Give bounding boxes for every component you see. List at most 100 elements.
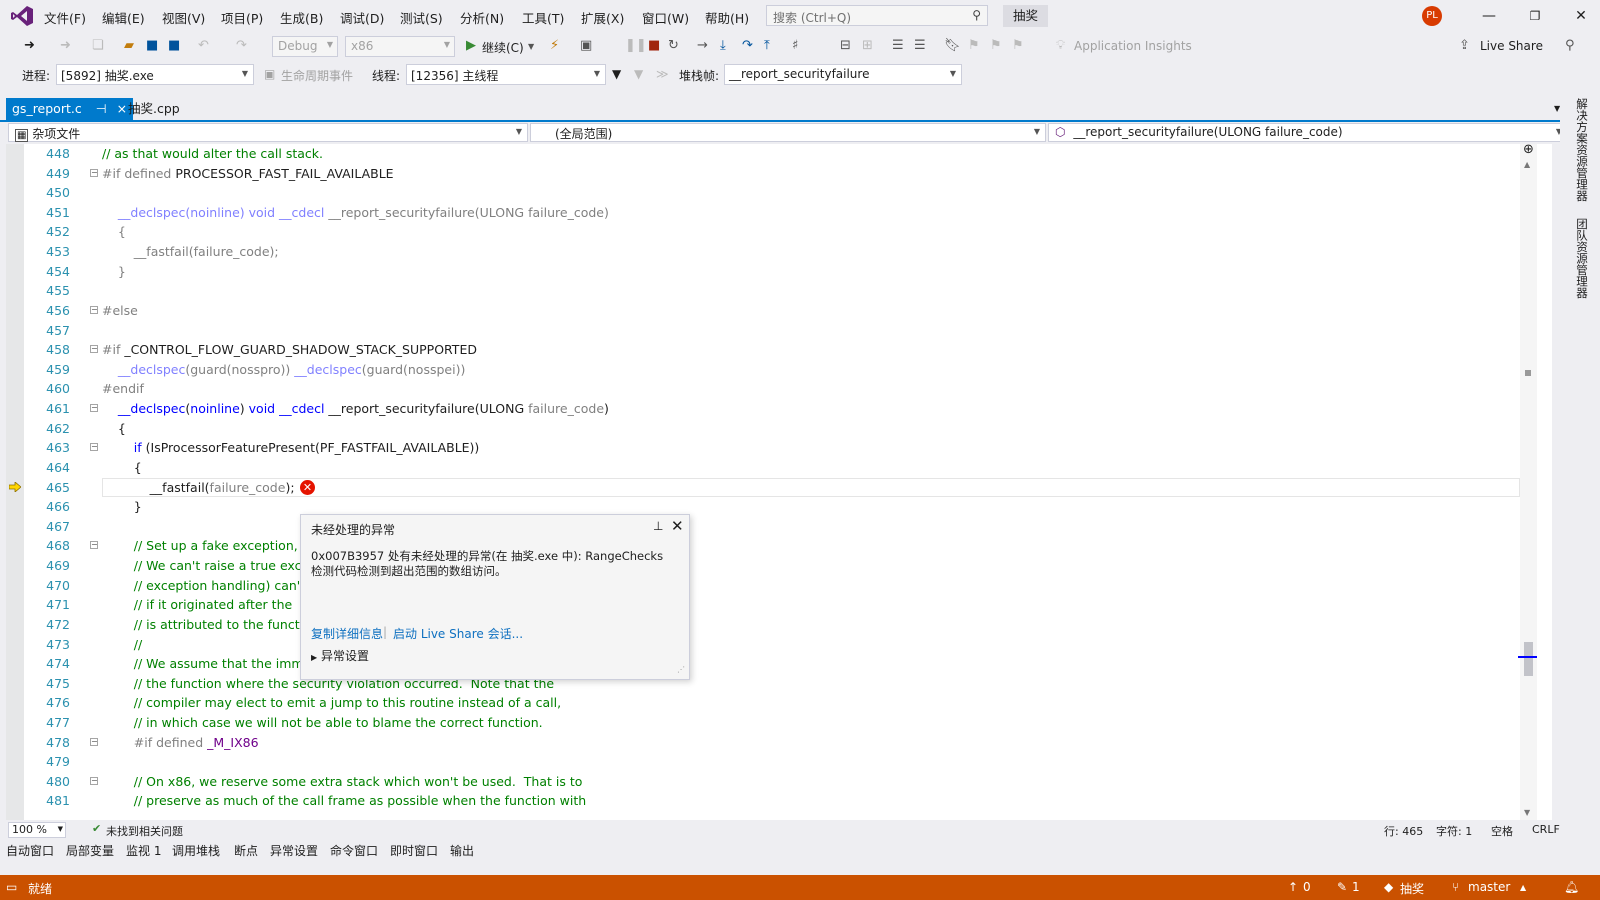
- code-line[interactable]: 458 − #if _CONTROL_FLOW_GUARD_SHADOW_STACK…: [6, 340, 1526, 360]
- hex-display-icon[interactable]: ♯: [792, 38, 798, 53]
- project-scope-select[interactable]: ▦ 杂项文件 ▼: [8, 123, 528, 142]
- stop-icon[interactable]: ■: [648, 38, 660, 53]
- menu-item[interactable]: 分析(N): [460, 8, 504, 27]
- close-popup-icon[interactable]: ✕: [671, 517, 684, 535]
- scroll-down-icon[interactable]: ▼: [1524, 808, 1530, 817]
- diagnostics-icon[interactable]: ▣: [580, 38, 592, 53]
- tool-window-tab[interactable]: 自动窗口: [6, 842, 54, 859]
- visual-studio-logo-icon[interactable]: [10, 5, 34, 27]
- start-live-share-link[interactable]: 启动 Live Share 会话...: [393, 625, 523, 642]
- code-line[interactable]: 479: [6, 752, 1526, 772]
- minimize-icon[interactable]: —: [1474, 4, 1504, 28]
- process-select[interactable]: [5892] 抽奖.exe ▼: [56, 64, 254, 85]
- line-ending-status[interactable]: CRLF: [1532, 823, 1560, 836]
- pin-icon[interactable]: ⊥: [653, 519, 663, 533]
- whitespace-status[interactable]: 空格: [1491, 823, 1513, 839]
- exception-settings-expander[interactable]: ▶ 异常设置: [311, 647, 369, 664]
- collapse-icon[interactable]: −: [90, 541, 98, 550]
- continue-button[interactable]: 继续(C): [482, 39, 524, 56]
- code-line[interactable]: 468 − // Set up a fake exception,: [6, 536, 1526, 556]
- menu-item[interactable]: 工具(T): [522, 8, 564, 27]
- redo-icon[interactable]: ↷: [236, 38, 247, 53]
- scrollbar-thumb[interactable]: [1524, 642, 1533, 676]
- code-line[interactable]: 451 __declspec(noinline) void __cdecl __…: [6, 203, 1526, 223]
- tab-lottery-cpp[interactable]: 抽奖.cpp: [122, 98, 186, 120]
- resize-grip-icon[interactable]: ⋰: [677, 665, 685, 674]
- avatar[interactable]: PL: [1422, 6, 1442, 26]
- search-input[interactable]: 搜索 (Ctrl+Q) ⚲: [766, 5, 988, 26]
- hot-reload-icon[interactable]: ⚡: [550, 38, 559, 53]
- pause-icon[interactable]: ❚❚: [625, 38, 647, 53]
- menu-item[interactable]: 项目(P): [221, 8, 263, 27]
- code-line[interactable]: 472 // is attributed to the funct: [6, 615, 1526, 635]
- code-line[interactable]: 473 //: [6, 635, 1526, 655]
- vertical-scrollbar[interactable]: ⊕ ▲ ▼: [1518, 142, 1537, 820]
- application-insights-button[interactable]: Application Insights: [1074, 39, 1192, 53]
- code-line[interactable]: 477 // in which case we will not be able…: [6, 713, 1526, 733]
- repo-name[interactable]: 抽奖: [1400, 880, 1424, 897]
- back-icon[interactable]: ➜: [24, 38, 35, 53]
- changes-count[interactable]: 1: [1352, 880, 1360, 894]
- tool-window-tab[interactable]: 即时窗口: [390, 842, 438, 859]
- code-line[interactable]: 470 // exception handling) can': [6, 576, 1526, 596]
- code-line[interactable]: 469 // We can't raise a true exc: [6, 556, 1526, 576]
- collapse-icon[interactable]: −: [90, 345, 98, 354]
- save-icon[interactable]: ■: [146, 38, 158, 53]
- save-all-icon[interactable]: ■: [168, 38, 180, 53]
- bookmark-icon[interactable]: 🔖︎: [944, 38, 961, 53]
- flag-threads-icon[interactable]: ≫: [656, 67, 669, 81]
- pin-icon[interactable]: ⊣: [96, 101, 107, 116]
- next-bookmark-icon[interactable]: ⚑: [990, 38, 1002, 53]
- code-line[interactable]: 465 __fastfail(failure_code); ✕: [6, 477, 1526, 498]
- filter-icon[interactable]: ▼: [612, 67, 621, 81]
- menu-item[interactable]: 编辑(E): [102, 8, 145, 27]
- code-line[interactable]: 480 − // On x86, we reserve some extra st…: [6, 772, 1526, 792]
- tool-window-tab[interactable]: 异常设置: [270, 842, 318, 859]
- menu-item[interactable]: 文件(F): [44, 8, 86, 27]
- new-project-icon[interactable]: ❏: [92, 38, 104, 53]
- team-explorer-tab[interactable]: 团队资源管理器: [1574, 218, 1590, 299]
- code-line[interactable]: 461 − __declspec(noinline) void __cdecl _…: [6, 399, 1526, 419]
- copy-details-link[interactable]: 复制详细信息: [311, 625, 383, 642]
- tool-window-tab[interactable]: 调用堆栈: [172, 842, 220, 859]
- code-editor[interactable]: 448 // as that would alter the call stack…: [6, 144, 1552, 820]
- code-line[interactable]: 476 // compiler may elect to emit a jump…: [6, 693, 1526, 713]
- push-icon[interactable]: ↑: [1288, 880, 1298, 894]
- undo-icon[interactable]: ↶: [198, 38, 209, 53]
- menu-item[interactable]: 窗口(W): [642, 8, 689, 27]
- play-icon[interactable]: ▶: [466, 38, 476, 53]
- close-window-icon[interactable]: ✕: [1566, 4, 1596, 28]
- tool-window-tab[interactable]: 监视 1: [126, 842, 161, 859]
- menu-item[interactable]: 扩展(X): [581, 8, 624, 27]
- step-over-icon[interactable]: ↷: [742, 38, 753, 53]
- code-line[interactable]: 457: [6, 321, 1526, 341]
- code-line[interactable]: 475 // the function where the security v…: [6, 674, 1526, 694]
- clear-bookmarks-icon[interactable]: ⚑: [1012, 38, 1024, 53]
- tab-gs-report[interactable]: gs_report.c ⊣ ×: [6, 98, 134, 120]
- code-line[interactable]: 460 #endif: [6, 379, 1526, 399]
- restart-icon[interactable]: ↻: [668, 38, 679, 53]
- error-icon[interactable]: ✕: [300, 479, 315, 495]
- tool-window-tab[interactable]: 命令窗口: [330, 842, 378, 859]
- indent-icon[interactable]: ☰: [892, 38, 904, 53]
- code-line[interactable]: 448 // as that would alter the call stack…: [6, 144, 1526, 164]
- forward-icon[interactable]: ➜: [60, 38, 71, 53]
- collapse-icon[interactable]: −: [90, 776, 98, 785]
- code-line[interactable]: 459 __declspec(guard(nosspro)) __declspe…: [6, 360, 1526, 380]
- split-editor-icon[interactable]: ⊕: [1523, 142, 1534, 157]
- solution-configuration-select[interactable]: Debug ▼: [272, 36, 338, 57]
- stack-frame-select[interactable]: __report_securityfailure ▼: [724, 64, 962, 85]
- zoom-select[interactable]: 100 % ▼: [8, 822, 66, 838]
- code-line[interactable]: 464 {: [6, 458, 1526, 478]
- menu-item[interactable]: 测试(S): [400, 8, 443, 27]
- thread-select[interactable]: [12356] 主线程 ▼: [406, 64, 606, 85]
- repo-icon[interactable]: ◆: [1384, 880, 1393, 894]
- code-line[interactable]: 474 // We assume that the imm: [6, 654, 1526, 674]
- menu-item[interactable]: 帮助(H): [705, 8, 749, 27]
- feedback-icon[interactable]: ⚲: [1565, 38, 1575, 53]
- step-out-icon[interactable]: ⤒: [764, 38, 770, 53]
- code-line[interactable]: 456 − #else: [6, 301, 1526, 321]
- solution-explorer-tab[interactable]: 解决方案资源管理器: [1574, 98, 1590, 202]
- code-line[interactable]: 454 }: [6, 262, 1526, 282]
- collapse-icon[interactable]: −: [90, 737, 98, 746]
